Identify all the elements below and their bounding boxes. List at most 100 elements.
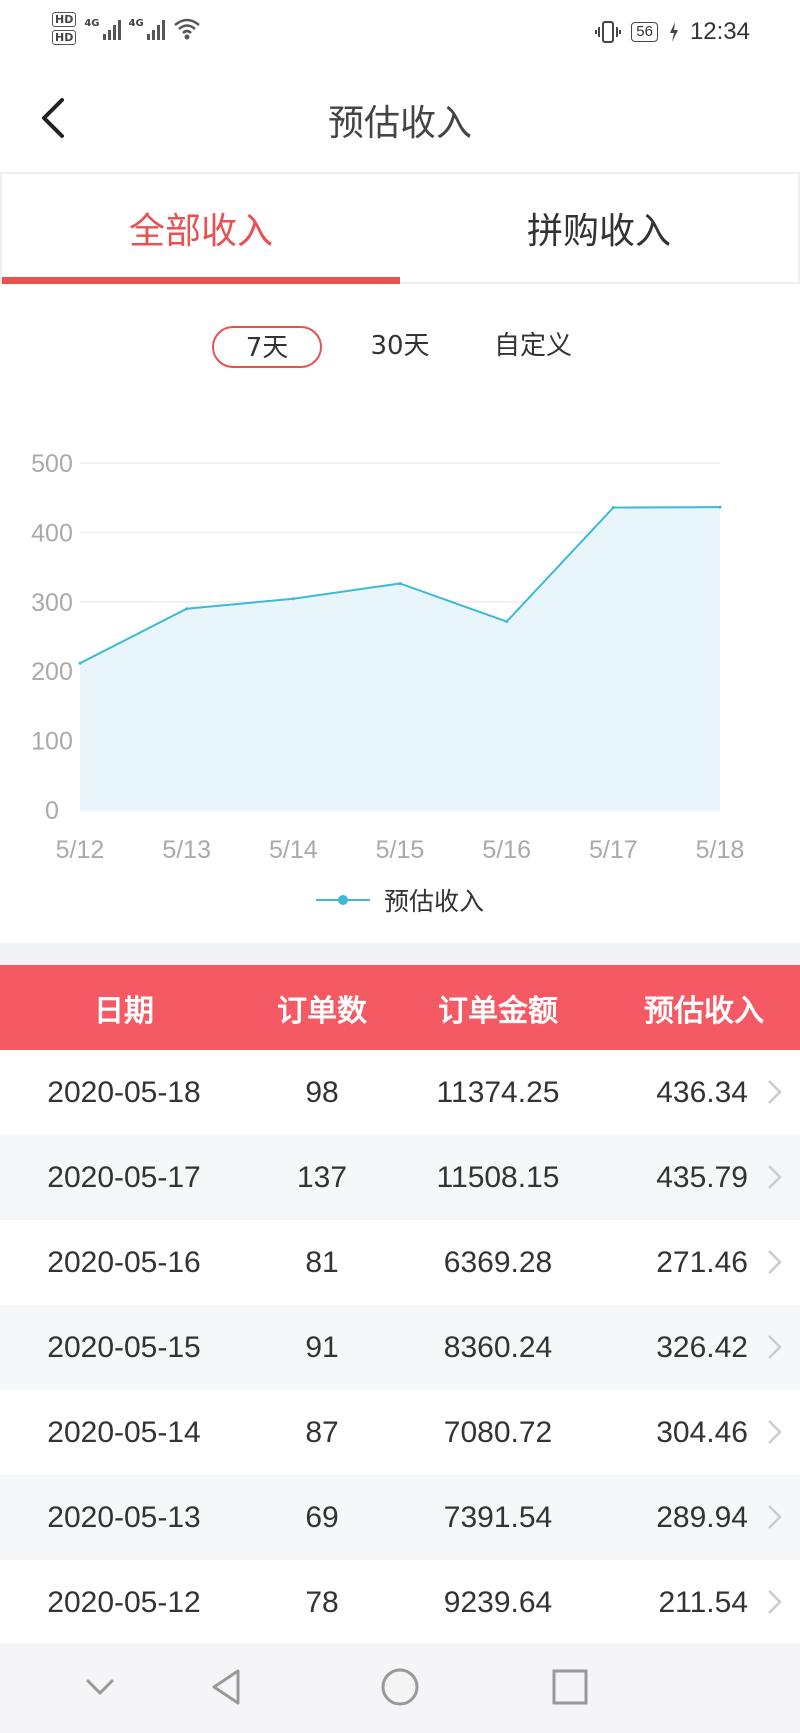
chart-svg: 0100200300400500 5/12 5/13 5/14 5/15 5/16 5/1… [31,450,745,864]
hd-badge-2: HD [52,30,77,45]
battery-level: 56 [631,22,658,42]
chevron-down-icon[interactable] [78,1665,122,1709]
x-tick-label: 5/18 [696,836,745,864]
table-row[interactable]: 2020-05-15 91 8360.24 326.42 [0,1305,800,1390]
row-order-count: 78 [305,1585,339,1619]
chevron-right-icon [768,1335,782,1359]
income-table: 日期 订单数 订单金额 预估收入 2020-05-18 98 11374.25 436… [0,965,800,1645]
header-order-amount: 订单金额 [438,993,558,1029]
status-right: 56 12:34 [595,18,750,46]
row-estimated-income: 271.46 [656,1245,748,1279]
vibrate-icon [595,21,622,43]
x-tick-label: 5/16 [482,836,531,864]
chevron-right-icon [768,1165,782,1189]
row-order-amount: 11374.25 [436,1075,560,1109]
data-point[interactable] [398,581,402,585]
header-order-count: 订单数 [277,993,367,1029]
row-order-amount: 11508.15 [436,1160,560,1194]
x-tick-label: 5/17 [589,836,638,864]
back-triangle-icon[interactable] [206,1665,250,1709]
row-order-amount: 9239.64 [443,1585,553,1619]
series-area-fill [80,507,720,810]
table-row[interactable]: 2020-05-18 98 11374.25 436.34 [0,1050,800,1135]
range-30-days-button[interactable]: 30天 [352,326,448,368]
row-order-count: 98 [305,1075,339,1109]
header-estimated-income: 预估收入 [644,993,764,1029]
row-order-count: 91 [305,1330,339,1364]
data-point[interactable] [291,597,295,601]
row-estimated-income: 289.94 [656,1500,748,1534]
system-nav-bar [0,1643,800,1733]
range-7-days-button[interactable]: 7天 [212,326,322,368]
charging-icon [669,22,678,42]
legend-marker [315,895,370,905]
x-tick-label: 5/15 [376,836,425,864]
x-tick-label: 5/13 [162,836,211,864]
table-row[interactable]: 2020-05-14 87 7080.72 304.46 [0,1390,800,1475]
row-date: 2020-05-17 [47,1160,201,1194]
status-bar: HD HD 4G 4G 56 12:34 [0,0,800,66]
legend-label: 预估收入 [383,887,484,916]
row-order-amount: 7391.54 [443,1500,553,1534]
y-axis-labels: 0 100 200 300 400 500 [31,450,73,825]
row-date: 2020-05-14 [47,1415,201,1449]
row-order-count: 87 [305,1415,339,1449]
range-custom-button[interactable]: 自定义 [478,326,588,368]
data-point[interactable] [78,661,82,665]
y-tick-label: 300 [31,589,73,617]
table-body: 2020-05-18 98 11374.25 436.34 2020-05-17 137 1… [0,1050,800,1645]
y-tick-label: 100 [31,728,73,756]
row-order-amount: 7080.72 [443,1415,553,1449]
row-date: 2020-05-12 [47,1585,201,1619]
nav-bar: 预估收入 [0,66,800,172]
row-order-amount: 6369.28 [443,1245,553,1279]
chevron-right-icon [768,1250,782,1274]
row-estimated-income: 436.34 [656,1075,748,1109]
data-point[interactable] [718,505,722,509]
recents-square-icon[interactable] [548,1665,592,1709]
row-estimated-income: 211.54 [658,1585,748,1619]
chart-area [78,505,722,810]
chevron-right-icon [768,1505,782,1529]
row-estimated-income: 304.46 [656,1415,748,1449]
wifi-icon [173,18,200,39]
table-row[interactable]: 2020-05-17 137 11508.15 435.79 [0,1135,800,1220]
network-type-1: 4G [84,17,100,29]
tab-all-income[interactable]: 全部收入 [2,174,400,284]
y-tick-label: 500 [31,450,73,478]
row-estimated-income: 435.79 [656,1160,748,1194]
date-range-selector: 7天 30天 自定义 [0,326,800,368]
row-order-amount: 8360.24 [443,1330,553,1364]
y-tick-label: 200 [31,658,73,686]
network-type-2: 4G [128,17,144,29]
table-row[interactable]: 2020-05-12 78 9239.64 211.54 [0,1560,800,1645]
table-row[interactable]: 2020-05-16 81 6369.28 271.46 [0,1220,800,1305]
signal-icon-2: 4G [129,18,165,40]
x-tick-label: 5/12 [56,836,105,864]
signal-icon-1: 4G [84,17,121,40]
y-tick-label: 0 [45,797,59,825]
row-estimated-income: 326.42 [656,1330,748,1364]
row-order-count: 69 [305,1500,339,1534]
status-left: HD HD 4G 4G [52,12,201,45]
chevron-right-icon [768,1080,782,1104]
section-divider [0,943,800,965]
x-axis-labels: 5/12 5/13 5/14 5/15 5/16 5/17 5/18 [56,836,745,864]
y-tick-label: 400 [31,519,73,547]
data-point[interactable] [611,506,615,510]
chevron-right-icon [768,1420,782,1444]
chevron-right-icon [768,1590,782,1614]
row-date: 2020-05-18 [47,1075,201,1109]
row-order-count: 137 [296,1160,348,1194]
data-point[interactable] [505,620,509,624]
data-point[interactable] [185,607,189,611]
row-date: 2020-05-16 [47,1245,201,1279]
hd-badge-1: HD [52,12,77,27]
tab-group-buy-income[interactable]: 拼购收入 [400,174,798,282]
row-date: 2020-05-13 [47,1500,201,1534]
chart-legend[interactable]: 预估收入 [0,882,800,918]
home-circle-icon[interactable] [378,1665,422,1709]
page-title: 预估收入 [327,103,472,144]
table-row[interactable]: 2020-05-13 69 7391.54 289.94 [0,1475,800,1560]
row-date: 2020-05-15 [47,1330,201,1364]
